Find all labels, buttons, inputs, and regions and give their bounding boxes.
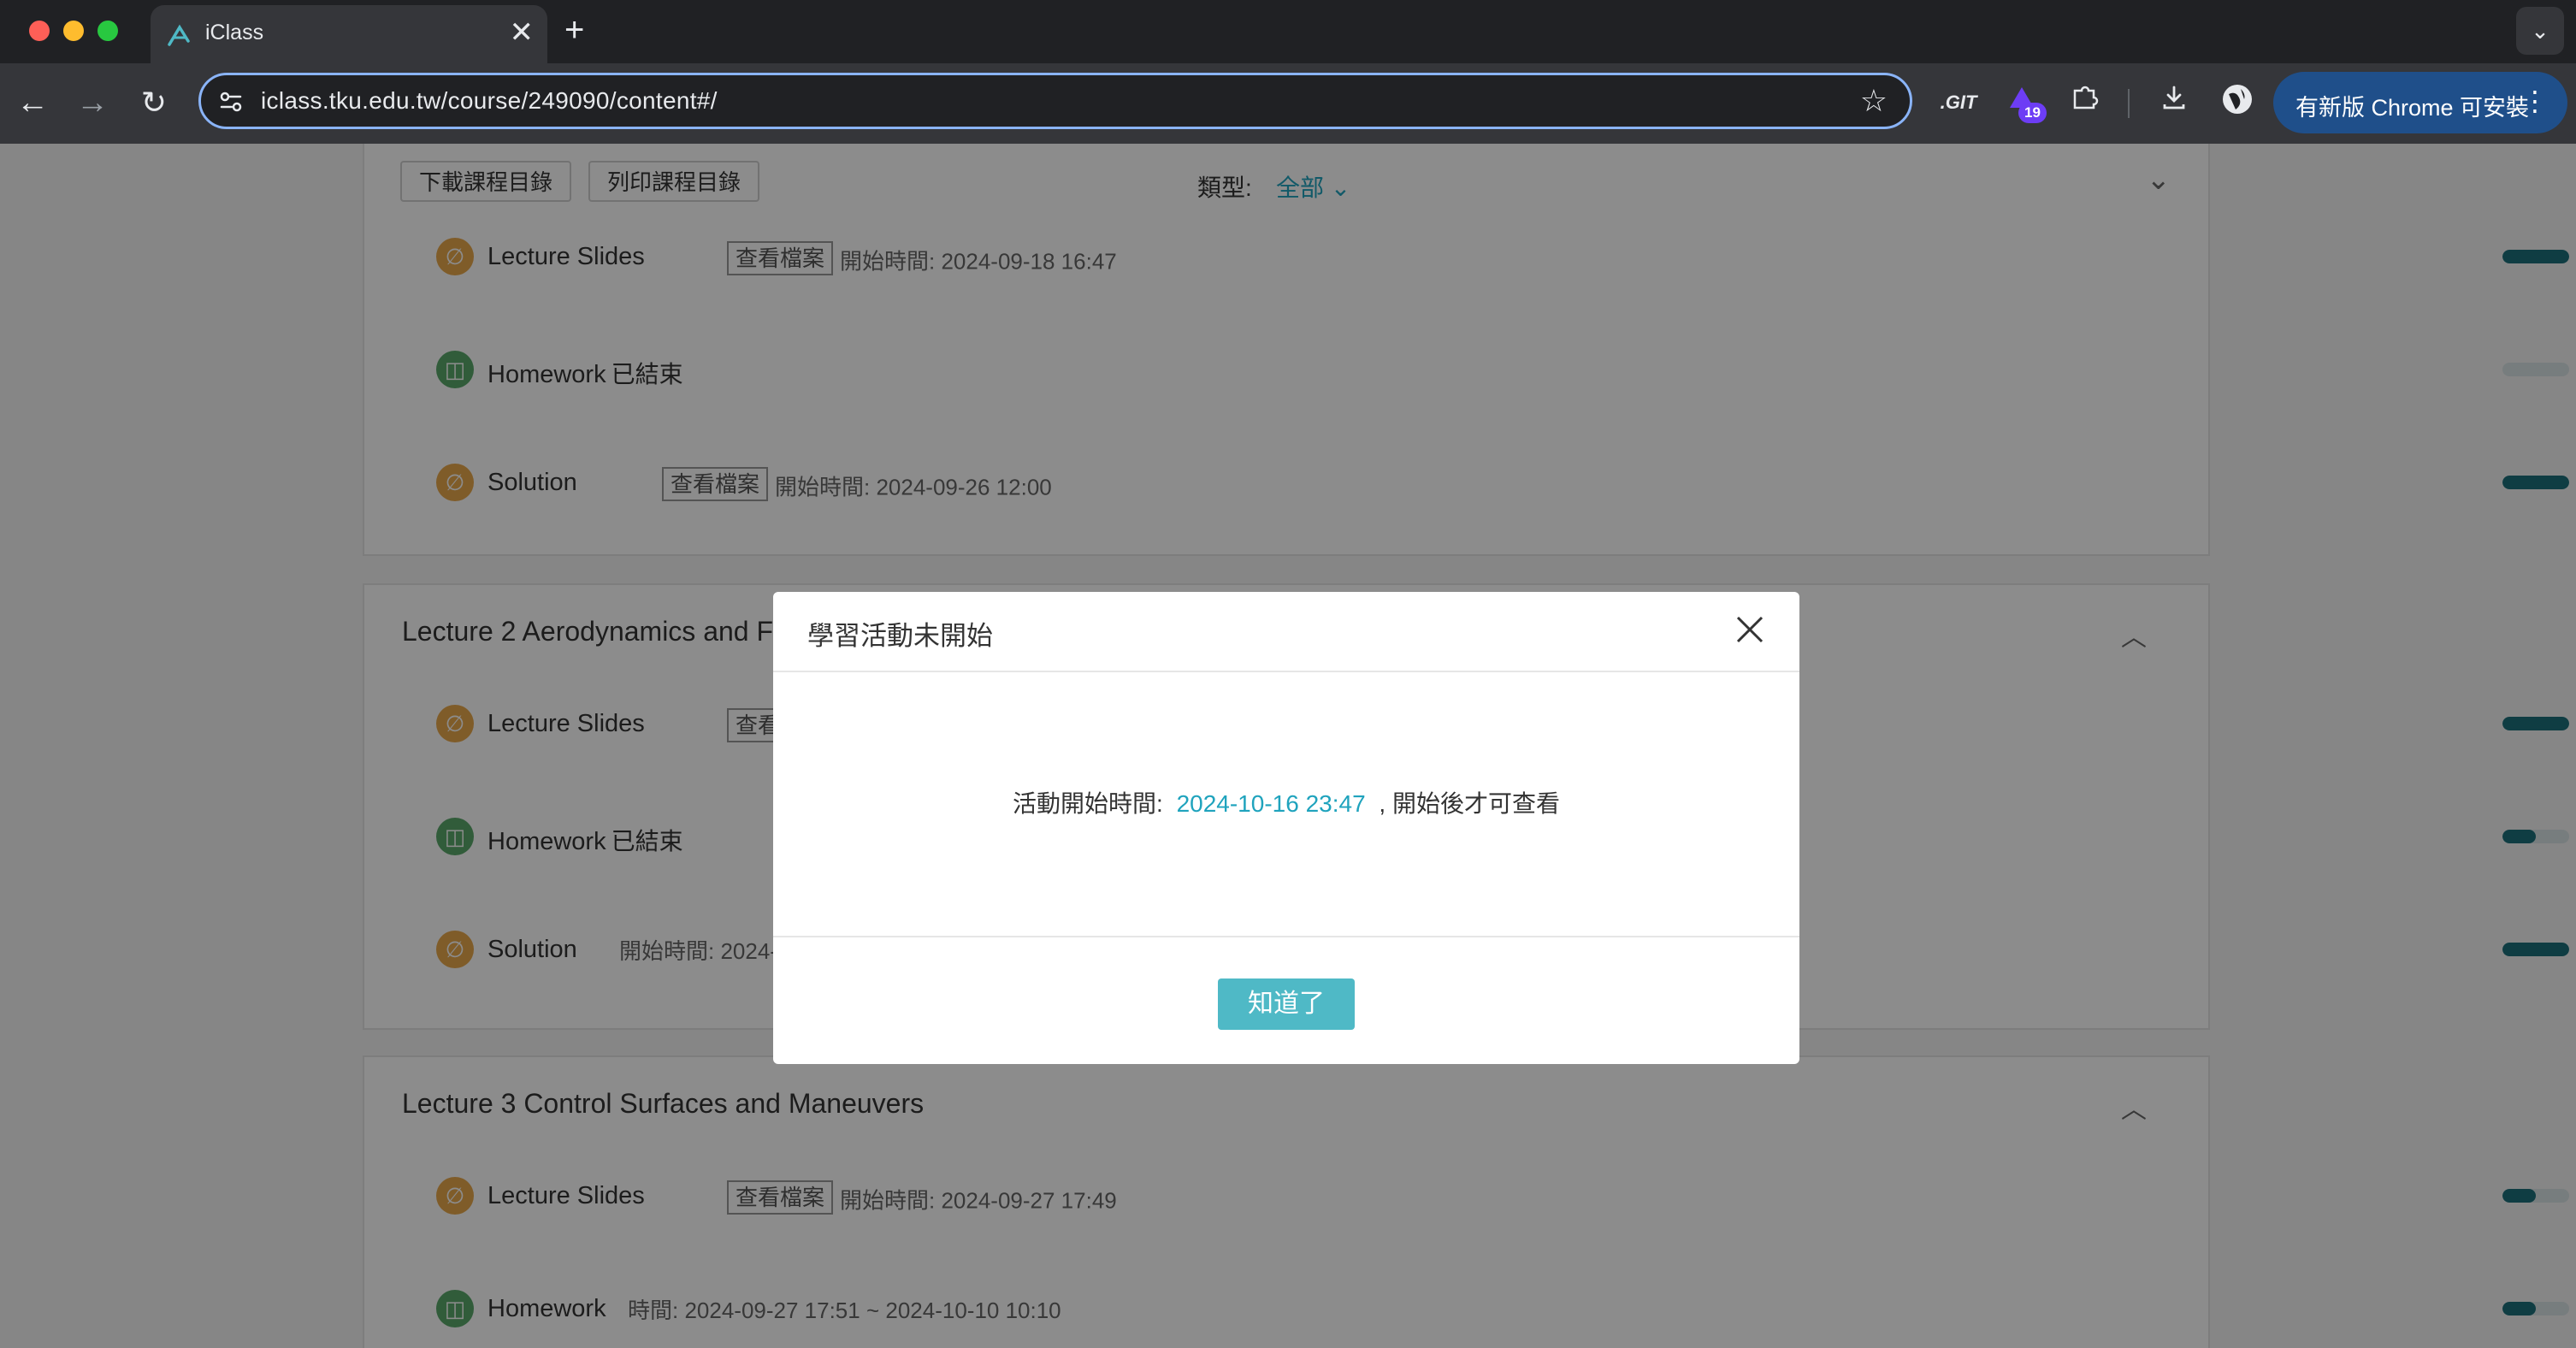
profile-avatar-icon[interactable] (2217, 82, 2258, 123)
dialog-message: 活動開始時間: 2024-10-16 23:47 , 開始後才可查看 (773, 785, 1799, 819)
start-time: 2024-10-16 23:47 (1176, 790, 1366, 817)
git-extension-icon[interactable]: .GIT (1938, 82, 1979, 123)
browser-tab-iclass[interactable]: iClass ✕ (151, 5, 547, 63)
iclass-favicon-icon (168, 24, 190, 46)
back-arrow-icon[interactable]: ← (12, 82, 53, 123)
activity-not-started-dialog: 學習活動未開始 活動開始時間: 2024-10-16 23:47 , 開始後才可… (773, 592, 1799, 1064)
message-suffix: , 開始後才可查看 (1379, 790, 1560, 817)
tab-search-button[interactable]: ⌄ (2516, 7, 2564, 55)
maximize-window-button[interactable] (97, 21, 118, 41)
browser-tab-bar: iClass ✕ + ⌄ (0, 0, 2576, 63)
tab-title: iClass (205, 21, 264, 44)
globe-avatar-icon (2223, 85, 2252, 114)
extensions-puzzle-icon[interactable] (2065, 82, 2106, 123)
forward-arrow-icon[interactable]: → (72, 82, 113, 123)
dialog-header: 學習活動未開始 (773, 592, 1799, 672)
dialog-title: 學習活動未開始 (807, 621, 993, 651)
kebab-menu-icon[interactable]: ⋮ (2521, 84, 2549, 118)
download-icon[interactable] (2154, 82, 2195, 123)
dialog-body: 活動開始時間: 2024-10-16 23:47 , 開始後才可查看 (773, 672, 1799, 937)
new-tab-button[interactable]: + (564, 10, 584, 50)
download-arrow-icon (2163, 86, 2185, 109)
address-bar[interactable]: iclass.tku.edu.tw/course/249090/content#… (198, 73, 1912, 129)
site-info-icon[interactable] (216, 87, 245, 116)
close-window-button[interactable] (29, 21, 50, 41)
toolbar-divider (2128, 89, 2130, 118)
bookmark-star-icon[interactable]: ☆ (1860, 80, 1888, 121)
update-label: 有新版 Chrome 可安裝 (2295, 95, 2530, 121)
reload-icon[interactable]: ↻ (133, 82, 174, 123)
minimize-window-button[interactable] (63, 21, 84, 41)
puzzle-icon (2073, 86, 2099, 109)
extension-count-badge: 19 (2018, 103, 2047, 123)
message-prefix: 活動開始時間: (1013, 790, 1163, 817)
close-icon[interactable] (1731, 611, 1769, 648)
tab-close-icon[interactable]: ✕ (510, 15, 535, 50)
browser-toolbar: ← → ↻ iclass.tku.edu.tw/course/249090/co… (0, 63, 2576, 144)
acknowledge-button[interactable]: 知道了 (1218, 978, 1355, 1030)
chrome-update-button[interactable]: 有新版 Chrome 可安裝 ⋮ (2273, 72, 2567, 133)
url-text[interactable]: iclass.tku.edu.tw/course/249090/content#… (261, 87, 718, 115)
